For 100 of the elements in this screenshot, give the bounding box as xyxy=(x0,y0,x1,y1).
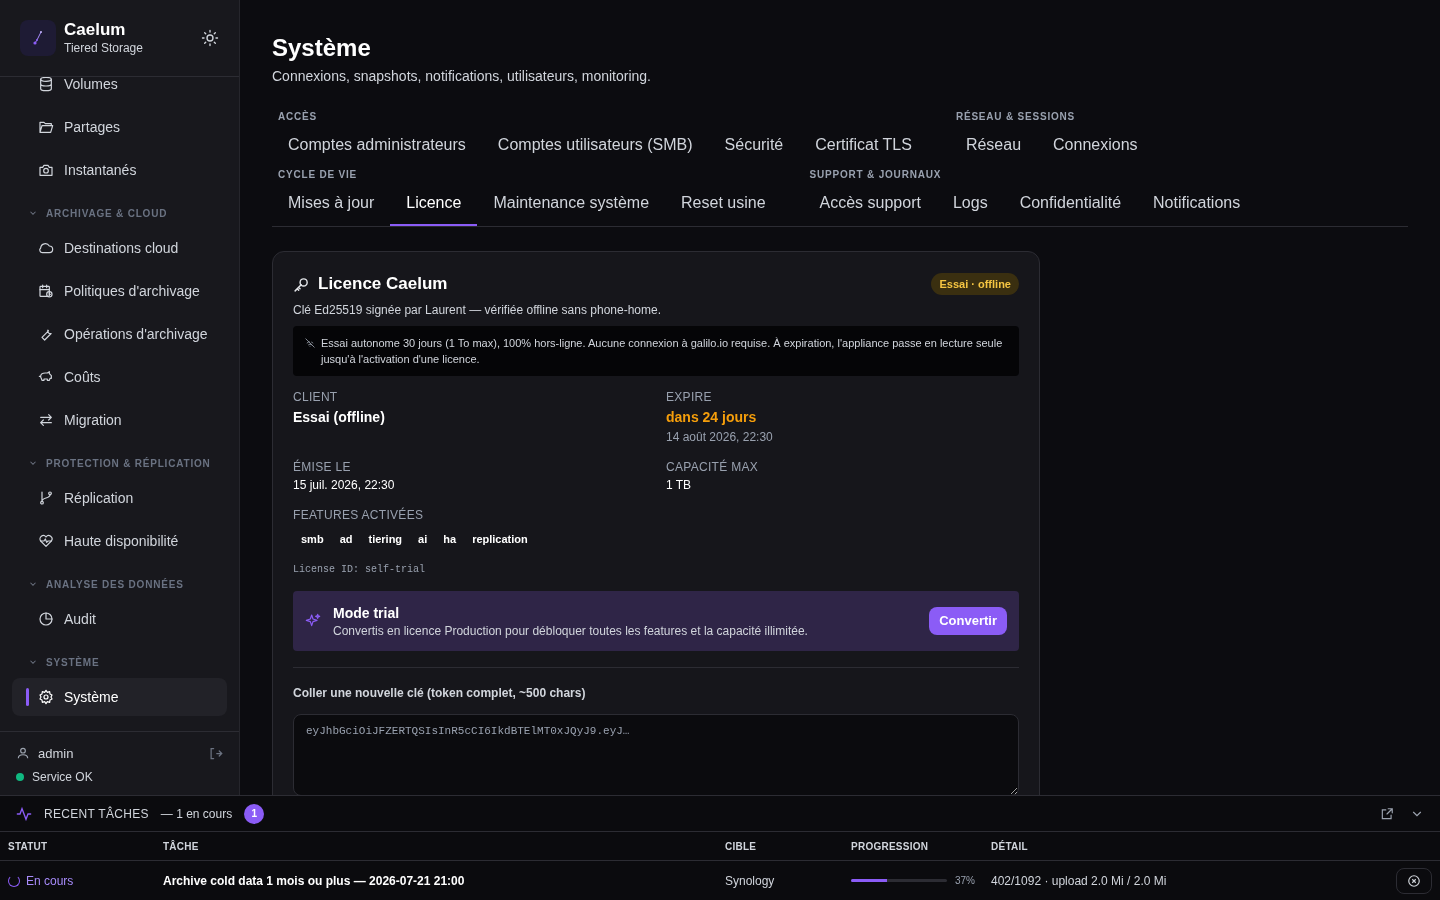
swap-arrows-icon xyxy=(38,412,54,428)
logo-icon xyxy=(20,20,56,56)
tab-group-label: ACCÈS xyxy=(277,110,318,124)
section-header: PROTECTION & RÉPLICATION xyxy=(46,456,211,471)
sidebar-item[interactable]: Système xyxy=(12,678,227,716)
feature-tag: ai xyxy=(410,531,436,548)
sidebar-item[interactable]: Partages xyxy=(12,108,227,146)
notice-text: Essai autonome 30 jours (1 To max), 100% hors-ligne. Aucune connexion à galilo.io requise. À expiration, l'appliance passe en lecture seule jusqu'à l'activation d'une licence. xyxy=(321,336,1004,367)
sidebar-item[interactable]: Opérations d'archivage xyxy=(12,315,227,353)
feature-tag: replication xyxy=(464,531,536,548)
page-title: Système xyxy=(272,33,372,63)
sidebar-item[interactable]: Audit xyxy=(12,600,227,638)
feature-tag: tiering xyxy=(360,531,411,548)
table-cell-text: Archive cold data 1 mois ou plus — 2026-07-21 21:00 xyxy=(163,872,466,889)
card-subtitle: Clé Ed25519 signée par Laurent — vérifiée offline sans phone-home. xyxy=(293,302,662,318)
feature-tag: ad xyxy=(331,531,361,548)
tab-group-label: RÉSEAU & SESSIONS xyxy=(954,110,1077,124)
activity-icon xyxy=(16,805,32,822)
feature-tag: smb xyxy=(293,531,332,548)
cloud-icon xyxy=(38,240,54,256)
gear-icon xyxy=(38,689,54,705)
database-icon xyxy=(38,77,54,92)
tab[interactable]: Comptes utilisateurs (SMB) xyxy=(481,124,709,168)
section-header: SYSTÈME xyxy=(46,655,100,670)
tab[interactable]: Maintenance système xyxy=(477,182,666,226)
license-id: License ID: self-trial xyxy=(293,562,427,577)
tab[interactable]: Accès support xyxy=(803,182,937,226)
tab[interactable]: Licence xyxy=(390,182,478,226)
panel-title: RECENT TÂCHES xyxy=(44,805,149,822)
tab[interactable]: Comptes administrateurs xyxy=(272,124,482,168)
tab[interactable]: Confidentialité xyxy=(1003,182,1138,226)
field-value: 15 juil. 2026, 22:30 xyxy=(293,477,396,493)
key-icon xyxy=(293,275,310,293)
field-detail: 14 août 2026, 22:30 xyxy=(666,429,774,445)
folder-icon xyxy=(38,119,54,135)
sidebar-item[interactable]: Haute disponibilité xyxy=(12,522,227,560)
field-value: 1 TB xyxy=(666,477,693,493)
column-header: DÉTAIL xyxy=(991,839,1029,854)
field-value: dans 24 jours xyxy=(666,408,758,427)
tab[interactable]: Réseau xyxy=(949,124,1038,168)
table-cell-text: Synology xyxy=(725,872,776,889)
tab[interactable]: Sécurité xyxy=(708,124,800,168)
status-text: En cours xyxy=(26,872,74,889)
column-header: STATUT xyxy=(8,839,49,854)
brand-subtitle: Tiered Storage xyxy=(64,40,143,56)
panel-summary: — 1 en cours xyxy=(160,805,233,822)
sidebar-item[interactable]: Politiques d'archivage xyxy=(12,272,227,310)
user-icon xyxy=(16,746,30,761)
heart-pulse-icon xyxy=(38,533,54,549)
field-label: CAPACITÉ MAX xyxy=(666,459,760,475)
calendar-clock-icon xyxy=(38,283,54,299)
sidebar-item[interactable]: Volumes xyxy=(12,77,227,103)
open-external-icon[interactable] xyxy=(1380,806,1394,821)
tab[interactable]: Mises à jour xyxy=(272,182,391,226)
progress-percent: 37% xyxy=(955,874,975,888)
trial-title: Mode trial xyxy=(333,603,401,623)
section-header: ARCHIVAGE & CLOUD xyxy=(46,206,168,221)
field-label: CLIENT xyxy=(293,389,339,405)
sidebar-item[interactable]: Réplication xyxy=(12,479,227,517)
close-icon xyxy=(1407,873,1421,888)
tab[interactable]: Logs xyxy=(936,182,1004,226)
brand-name: Caelum xyxy=(64,20,127,40)
feature-tag: ha xyxy=(435,531,465,548)
column-header: TÂCHE xyxy=(163,839,200,854)
page-subtitle: Connexions, snapshots, notifications, utilisateurs, monitoring. xyxy=(272,67,652,86)
sidebar-item[interactable]: Coûts xyxy=(12,358,227,396)
tab[interactable]: Reset usine xyxy=(665,182,782,226)
sidebar-item[interactable]: Migration xyxy=(12,401,227,439)
section-header: ANALYSE DES DONNÉES xyxy=(46,577,184,592)
tab[interactable]: Connexions xyxy=(1037,124,1154,168)
tab-group-label: SUPPORT & JOURNAUX xyxy=(808,168,943,182)
sidebar-item[interactable]: Instantanés xyxy=(12,151,227,189)
column-header: CIBLE xyxy=(725,839,758,854)
column-header: PROGRESSION xyxy=(851,839,930,854)
pie-chart-icon xyxy=(38,611,54,627)
trial-text: Convertis en licence Production pour débloquer toutes les features et la capacité illimitée. xyxy=(333,622,808,639)
field-label: ÉMISE LE xyxy=(293,459,352,475)
wifi-off-icon xyxy=(305,338,315,348)
field-label: FEATURES ACTIVÉES xyxy=(293,507,425,523)
table-cell-text: 402/1092 · upload 2.0 Mi / 2.0 Mi xyxy=(991,872,1168,889)
sparkles-icon xyxy=(305,612,321,629)
tab[interactable]: Notifications xyxy=(1137,182,1257,226)
user-name: admin xyxy=(38,744,74,763)
key-input-field[interactable]: eyJhbGciOiJFZERTQSIsInR5cCI6IkdBTElMT0xJQyJ9.eyJ… xyxy=(293,713,1019,795)
cancel-button[interactable] xyxy=(1396,867,1432,894)
status-badge: Essai · offline xyxy=(931,272,1019,296)
tab[interactable]: Certificat TLS xyxy=(799,124,928,168)
convert-button[interactable]: Convertir xyxy=(929,606,1007,635)
camera-icon xyxy=(38,162,54,178)
count-badge: 1 xyxy=(244,803,265,824)
service-status: Service OK xyxy=(32,769,93,785)
tab-group-label: CYCLE DE VIE xyxy=(277,168,359,182)
field-label: Coller une nouvelle clé (token complet, ~500 chars) xyxy=(293,684,587,701)
field-value: Essai (offline) xyxy=(293,408,386,427)
sidebar-item[interactable]: Destinations cloud xyxy=(12,229,227,267)
theme-toggle-icon[interactable] xyxy=(201,29,219,47)
branch-icon xyxy=(38,490,54,506)
field-label: EXPIRE xyxy=(666,389,713,405)
card-title: Licence Caelum xyxy=(318,273,448,296)
logout-icon[interactable] xyxy=(208,745,223,761)
